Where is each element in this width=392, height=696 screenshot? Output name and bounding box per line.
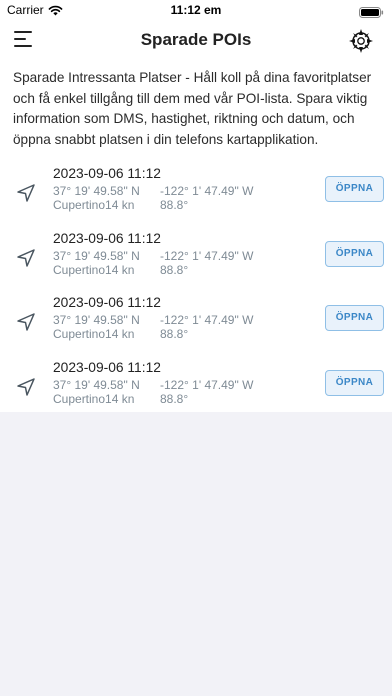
poi-latitude: 37° 19' 49.58" N	[53, 184, 140, 198]
poi-longitude: -122° 1' 47.49" W	[160, 377, 254, 392]
poi-speed: Cupertino14 kn	[53, 262, 135, 277]
poi-speed: Cupertino14 kn	[53, 198, 135, 212]
location-arrow-icon	[17, 184, 35, 202]
open-poi-button[interactable]: ÖPPNA	[325, 305, 384, 331]
poi-speed: Cupertino14 kn	[53, 391, 135, 406]
poi-list: 2023-09-06 11:12 37° 19' 49.58" N -122° …	[0, 164, 392, 422]
status-right-group	[359, 5, 384, 23]
main-content: Sparade Intressanta Platser - Håll koll …	[0, 60, 392, 412]
poi-heading: 88.8°	[160, 262, 189, 277]
open-poi-button[interactable]: ÖPPNA	[325, 176, 384, 202]
location-arrow-icon	[17, 313, 35, 331]
battery-icon	[359, 7, 384, 18]
poi-latitude: 37° 19' 49.58" N	[53, 313, 140, 327]
open-poi-button[interactable]: ÖPPNA	[325, 369, 384, 396]
poi-heading: 88.8°	[160, 391, 189, 406]
poi-heading: 88.8°	[160, 198, 189, 212]
poi-date: 2023-09-06 11:12	[53, 359, 161, 375]
open-poi-button[interactable]: ÖPPNA	[325, 240, 384, 267]
location-arrow-icon	[17, 248, 35, 267]
poi-date: 2023-09-06 11:12	[53, 295, 161, 310]
poi-heading: 88.8°	[160, 327, 189, 341]
page-title: Sparade POIs	[140, 30, 252, 49]
poi-longitude: -122° 1' 47.49" W	[160, 313, 254, 327]
compass-icon[interactable]	[348, 28, 374, 54]
poi-list-item: 2023-09-06 11:12 37° 19' 49.58" N -122° …	[0, 229, 392, 294]
status-bar: Carrier 11:12 em	[0, 0, 392, 22]
poi-list-item: 2023-09-06 11:12 37° 19' 49.58" N -122° …	[0, 358, 392, 423]
poi-latitude: 37° 19' 49.58" N	[53, 377, 140, 392]
navigation-bar: Sparade POIs	[0, 22, 392, 60]
page-description: Sparade Intressanta Platser - Håll koll …	[13, 70, 372, 147]
poi-longitude: -122° 1' 47.49" W	[160, 184, 254, 198]
poi-date: 2023-09-06 11:12	[53, 230, 161, 246]
status-time: 11:12 em	[170, 3, 222, 17]
poi-latitude: 37° 19' 49.58" N	[53, 248, 140, 263]
poi-list-item: 2023-09-06 11:12 37° 19' 49.58" N -122° …	[0, 293, 392, 358]
poi-date: 2023-09-06 11:12	[53, 166, 161, 181]
location-arrow-icon	[17, 377, 35, 396]
poi-list-item: 2023-09-06 11:12 37° 19' 49.58" N -122° …	[0, 164, 392, 229]
poi-longitude: -122° 1' 47.49" W	[160, 248, 254, 263]
poi-speed: Cupertino14 kn	[53, 327, 135, 341]
